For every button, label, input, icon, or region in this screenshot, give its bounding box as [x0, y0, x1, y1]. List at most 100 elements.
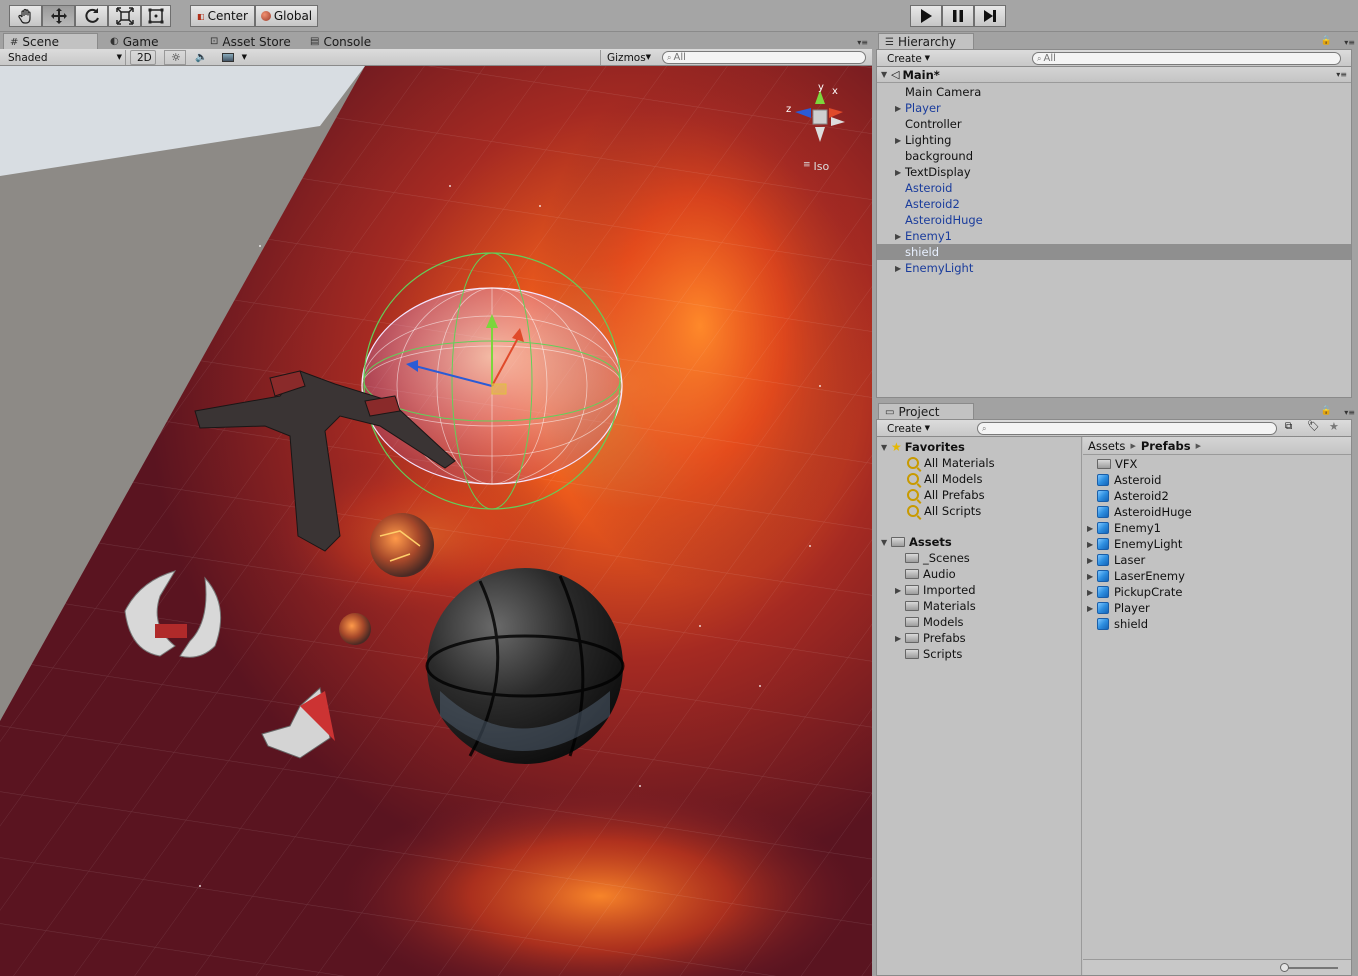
asset-laser[interactable]: ▶ Laser [1083, 552, 1145, 568]
pause-button[interactable] [942, 5, 974, 27]
expand-arrow-icon[interactable]: ▼ [881, 538, 891, 547]
asset-asteroid[interactable]: Asteroid [1083, 472, 1161, 488]
expand-arrow-icon[interactable]: ▶ [1087, 540, 1097, 549]
breadcrumb-prefabs[interactable]: Prefabs [1141, 439, 1191, 453]
hierarchy-item-enemy1[interactable]: ▶ Enemy1 [877, 228, 1351, 244]
folder-materials[interactable]: Materials [877, 598, 976, 614]
asset-laserenemy[interactable]: ▶ LaserEnemy [1083, 568, 1185, 584]
favorite-star-icon[interactable]: ★ [1329, 420, 1339, 433]
rotate-tool-button[interactable] [75, 5, 108, 27]
project-menu-icon[interactable]: ▾≡ [1344, 408, 1355, 417]
hierarchy-item-shield[interactable]: shield [877, 244, 1351, 260]
hierarchy-create-dropdown[interactable]: Create ▼ [881, 51, 933, 66]
hierarchy-item-asteroid[interactable]: Asteroid [877, 180, 1351, 196]
expand-arrow-icon[interactable]: ▶ [1087, 572, 1097, 581]
hierarchy-search-input[interactable] [1043, 53, 1340, 64]
step-button[interactable] [974, 5, 1006, 27]
rect-tool-button[interactable] [141, 5, 171, 27]
folder-imported[interactable]: ▶ Imported [877, 582, 976, 598]
asset-asteroidhuge[interactable]: AsteroidHuge [1083, 504, 1192, 520]
folder-scenes[interactable]: _Scenes [877, 550, 970, 566]
projection-toggle[interactable]: ≡ Iso [803, 160, 829, 173]
move-tool-button[interactable] [42, 5, 75, 27]
asset-pickupcrate[interactable]: ▶ PickupCrate [1083, 584, 1182, 600]
expand-arrow-icon[interactable]: ▼ [881, 70, 891, 79]
space-global-toggle[interactable]: Global [255, 5, 318, 27]
expand-arrow-icon[interactable]: ▶ [1087, 556, 1097, 565]
expand-arrow-icon[interactable]: ▶ [895, 586, 905, 595]
folder-audio[interactable]: Audio [877, 566, 956, 582]
tab-console[interactable]: ▤ Console [304, 33, 377, 50]
scene-search-input[interactable] [673, 52, 865, 63]
asset-enemylight[interactable]: ▶ EnemyLight [1083, 536, 1182, 552]
tab-hierarchy[interactable]: ☰ Hierarchy [878, 33, 974, 50]
hierarchy-item-enemylight[interactable]: ▶ EnemyLight [877, 260, 1351, 276]
icon-size-slider[interactable] [1280, 963, 1338, 972]
asset-asteroid2[interactable]: Asteroid2 [1083, 488, 1169, 504]
scene-menu-icon[interactable]: ▾≡ [1336, 70, 1347, 79]
expand-arrow-icon[interactable]: ▶ [895, 136, 905, 145]
slider-thumb[interactable] [1280, 963, 1289, 972]
orientation-gizmo[interactable]: y x z [785, 82, 855, 162]
scene-search-field[interactable]: ⌕ [662, 51, 866, 64]
favorite-all-prefabs[interactable]: All Prefabs [877, 487, 985, 503]
play-button[interactable] [910, 5, 942, 27]
favorites-header[interactable]: ▼ ★ Favorites [877, 439, 965, 455]
hierarchy-item-asteroid2[interactable]: Asteroid2 [877, 196, 1351, 212]
folder-scripts[interactable]: Scripts [877, 646, 962, 662]
expand-arrow-icon[interactable]: ▶ [895, 634, 905, 643]
hierarchy-search-field[interactable]: ⌕ [1032, 52, 1341, 65]
scale-tool-button[interactable] [108, 5, 141, 27]
tab-game[interactable]: ◐ Game [104, 33, 164, 50]
panel-menu-icon[interactable]: ▾≡ [857, 38, 868, 47]
expand-arrow-icon[interactable]: ▶ [1087, 604, 1097, 613]
scene-audio-toggle[interactable]: 🔈 [189, 50, 211, 65]
project-search-input[interactable] [988, 423, 1276, 434]
hierarchy-item-background[interactable]: background [877, 148, 1351, 164]
hierarchy-item-player[interactable]: ▶ Player [877, 100, 1351, 116]
hierarchy-item-main-camera[interactable]: Main Camera [877, 84, 1351, 100]
pivot-center-toggle[interactable]: ◧ Center [190, 5, 255, 27]
scene-root-row[interactable]: ▼ ◁ Main* ▾≡ [877, 67, 1351, 83]
breadcrumb-assets[interactable]: Assets [1088, 439, 1125, 453]
expand-arrow-icon[interactable]: ▶ [1087, 588, 1097, 597]
tab-project[interactable]: ▭ Project [878, 403, 974, 420]
expand-arrow-icon[interactable]: ▶ [895, 232, 905, 241]
asset-player[interactable]: ▶ Player [1083, 600, 1150, 616]
folder-prefabs[interactable]: ▶ Prefabs [877, 630, 966, 646]
project-create-dropdown[interactable]: Create ▼ [881, 421, 933, 436]
asset-enemy1[interactable]: ▶ Enemy1 [1083, 520, 1161, 536]
filter-by-type-icon[interactable]: ⧉ [1285, 421, 1292, 432]
tab-scene[interactable]: # Scene [3, 33, 98, 50]
scene-effects-dropdown[interactable]: ▼ [216, 50, 250, 65]
expand-arrow-icon[interactable]: ▶ [895, 104, 905, 113]
expand-arrow-icon[interactable]: ▶ [895, 168, 905, 177]
hierarchy-item-lighting[interactable]: ▶ Lighting [877, 132, 1351, 148]
tab-asset-store[interactable]: ⊡ Asset Store [204, 33, 297, 50]
gizmos-dropdown[interactable]: Gizmos ▼ [600, 50, 654, 65]
assets-header[interactable]: ▼ Assets [877, 534, 952, 550]
project-search-field[interactable]: ⌕ [977, 422, 1277, 435]
favorite-all-scripts[interactable]: All Scripts [877, 503, 981, 519]
toggle-2d-button[interactable]: 2D [130, 50, 156, 65]
scene-lighting-toggle[interactable]: ☼ [164, 50, 186, 65]
asset-vfx[interactable]: VFX [1083, 456, 1137, 472]
project-lock-icon[interactable]: 🔒 [1321, 406, 1332, 416]
favorite-all-materials[interactable]: All Materials [877, 455, 995, 471]
expand-arrow-icon[interactable]: ▶ [895, 264, 905, 273]
prefab-cube-icon [1097, 554, 1109, 566]
lock-icon[interactable]: 🔒 [1321, 36, 1332, 46]
filter-by-label-icon[interactable]: 🏷 [1307, 421, 1320, 432]
expand-arrow-icon[interactable]: ▼ [881, 443, 891, 452]
scene-viewport[interactable]: y x z ≡ Iso [0, 66, 872, 976]
hand-tool-button[interactable] [9, 5, 42, 27]
hierarchy-item-textdisplay[interactable]: ▶ TextDisplay [877, 164, 1351, 180]
hierarchy-menu-icon[interactable]: ▾≡ [1344, 38, 1355, 47]
asset-shield[interactable]: shield [1083, 616, 1148, 632]
folder-models[interactable]: Models [877, 614, 964, 630]
hierarchy-item-asteroidhuge[interactable]: AsteroidHuge [877, 212, 1351, 228]
expand-arrow-icon[interactable]: ▶ [1087, 524, 1097, 533]
shading-mode-dropdown[interactable]: Shaded ▼ [2, 50, 126, 65]
hierarchy-item-controller[interactable]: Controller [877, 116, 1351, 132]
favorite-all-models[interactable]: All Models [877, 471, 982, 487]
